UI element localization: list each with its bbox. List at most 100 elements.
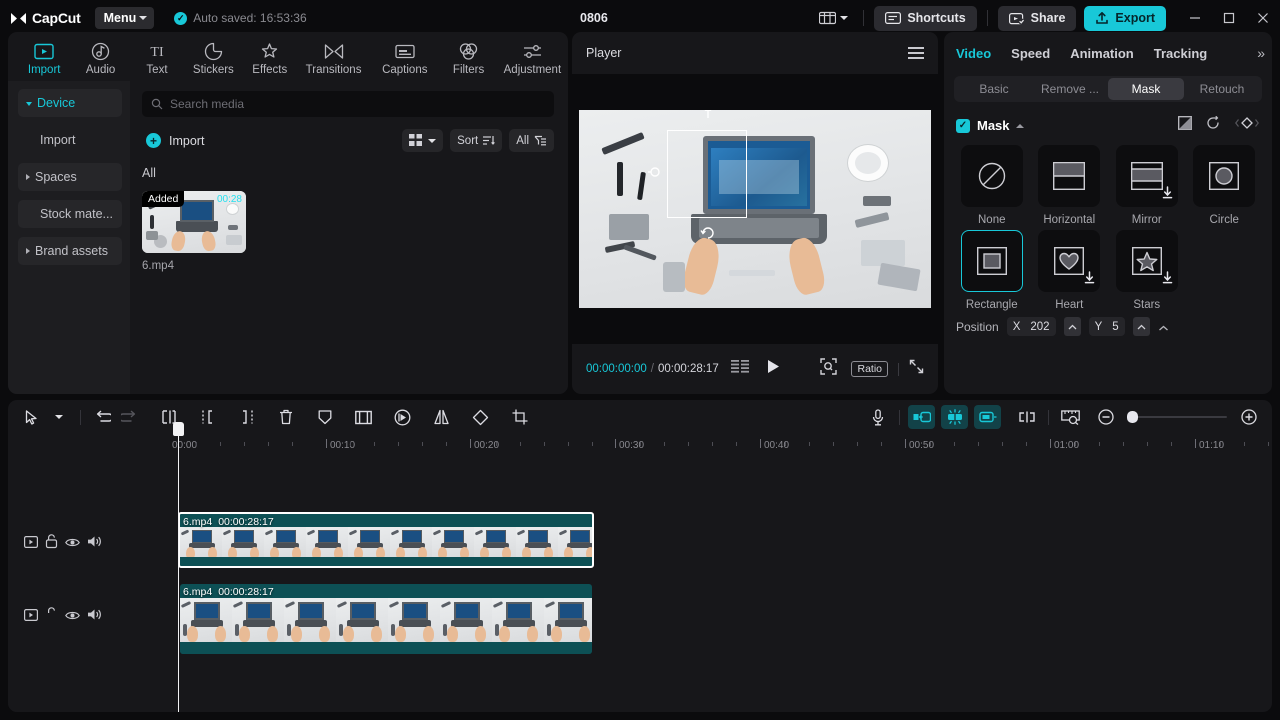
volume-icon[interactable] [87,608,102,626]
keyframe-button[interactable] [1234,116,1260,135]
position-extra-stepper[interactable] [1158,320,1169,334]
subtab-basic[interactable]: Basic [956,78,1032,100]
minimize-button[interactable] [1178,0,1212,36]
crop-tool-button[interactable] [506,405,533,429]
position-y-field[interactable]: Y 5 [1088,317,1125,336]
select-tool-dropdown[interactable] [45,405,72,429]
mask-option-horizontal[interactable]: Horizontal [1034,145,1106,226]
mask-option-rectangle[interactable]: Rectangle [956,230,1028,311]
zoom-slider[interactable] [1127,411,1227,423]
playhead-handle[interactable] [173,422,184,436]
invert-mask-button[interactable] [1178,116,1192,135]
reset-mask-button[interactable] [1206,115,1220,135]
video-preview[interactable] [579,110,931,308]
unlock-icon[interactable] [45,607,58,627]
volume-icon[interactable] [87,535,102,553]
media-item[interactable]: Added 00:28 6.mp4 [142,191,246,272]
crop-button[interactable] [350,405,377,429]
tab-text[interactable]: TI Text [129,36,185,77]
tab-filters[interactable]: Filters [440,36,496,76]
subtab-retouch[interactable]: Retouch [1184,78,1260,100]
mask-enable-checkbox[interactable]: ✓ [956,118,970,133]
shortcuts-button[interactable]: Shortcuts [874,5,977,31]
tab-transitions[interactable]: Transitions [298,36,369,76]
position-x-stepper[interactable] [1063,317,1081,336]
subtab-mask[interactable]: Mask [1108,78,1184,100]
zoom-slider-handle[interactable] [1127,411,1138,423]
reverse-button[interactable] [389,405,416,429]
sidebar-item-stock-materials[interactable]: Stock mate... [18,200,122,228]
track-thumb-icon[interactable] [24,608,39,626]
close-button[interactable] [1246,0,1280,36]
play-button[interactable] [766,359,780,379]
zoom-out-button[interactable] [1092,405,1119,429]
eye-icon[interactable] [65,535,80,553]
sidebar-item-brand-assets[interactable]: Brand assets [18,237,122,265]
tab-captions[interactable]: Captions [369,36,440,76]
tab-effects[interactable]: Effects [242,36,298,76]
mask-option-heart[interactable]: Heart [1034,230,1106,311]
tab-stickers[interactable]: Stickers [185,36,241,76]
zoom-in-button[interactable] [1235,405,1262,429]
zoom-fit-button[interactable] [820,358,838,380]
grid-view-button[interactable] [402,129,444,152]
undo-button[interactable] [89,405,116,429]
trim-left-button[interactable] [194,405,221,429]
subtab-remove-background[interactable]: Remove ... [1032,78,1108,100]
maximize-button[interactable] [1212,0,1246,36]
tab-label: Stickers [192,64,234,76]
mask-option-mirror[interactable]: Mirror [1111,145,1183,226]
hamburger-icon[interactable] [908,47,924,59]
mask-option-none[interactable]: None [956,145,1028,226]
timeline-clip-video-1[interactable]: 6.mp4 00:00:28:17 [178,512,594,568]
redo-button[interactable] [116,405,143,429]
unlock-icon[interactable] [45,534,58,554]
mask-option-circle[interactable]: Circle [1189,145,1261,226]
fullscreen-button[interactable] [909,359,924,379]
timeline-preview-button[interactable] [1057,405,1084,429]
eye-icon[interactable] [65,608,80,626]
sort-button[interactable]: Sort [450,129,503,152]
rotate-button[interactable] [467,405,494,429]
snap-left-button[interactable] [908,405,935,429]
menu-button[interactable]: Menu [94,7,155,29]
delete-button[interactable] [272,405,299,429]
timeline-ruler[interactable]: 00:00 00:10 00:20 00:30 00:40 00:50 01:0… [8,434,1272,456]
mask-option-stars[interactable]: Stars [1111,230,1183,311]
sidebar-item-spaces[interactable]: Spaces [18,163,122,191]
tab-animation[interactable]: Animation [1070,46,1134,61]
ratio-button[interactable]: Ratio [851,361,888,377]
frames-button[interactable] [730,360,750,378]
track-thumb-icon[interactable] [24,535,39,553]
panel-layout-button[interactable] [814,8,853,28]
position-x-field[interactable]: X 202 [1006,317,1056,336]
tab-adjustment[interactable]: Adjustment [497,36,568,76]
share-button[interactable]: Share [997,5,1077,31]
freeze-button[interactable] [311,405,338,429]
tab-video[interactable]: Video [956,46,991,61]
chevron-double-right-icon[interactable]: » [1257,45,1265,61]
desk-scene [579,110,931,308]
playhead[interactable] [173,422,184,712]
position-y-stepper[interactable] [1132,317,1150,336]
tab-tracking[interactable]: Tracking [1154,46,1207,61]
search-media-field[interactable]: Search media [142,91,554,117]
import-media-button[interactable]: + Import [142,130,212,151]
chevron-up-icon[interactable] [1015,123,1024,128]
auto-snap-button[interactable] [941,405,968,429]
timeline-clip-video-2[interactable]: 6.mp4 00:00:28:17 [180,584,592,654]
svg-text:TI: TI [150,45,164,60]
tab-import[interactable]: Import [16,36,72,76]
sidebar-item-import[interactable]: Import [18,126,122,154]
select-tool-button[interactable] [18,405,45,429]
export-button[interactable]: Export [1084,5,1166,31]
unlink-av-button[interactable] [1013,405,1040,429]
mirror-button[interactable] [428,405,455,429]
snap-right-button[interactable] [974,405,1001,429]
sidebar-item-device[interactable]: Device [18,89,122,117]
tab-speed[interactable]: Speed [1011,46,1050,61]
trim-right-button[interactable] [233,405,260,429]
tab-audio[interactable]: Audio [72,36,128,76]
filter-button[interactable]: All [509,129,554,152]
record-button[interactable] [864,405,891,429]
